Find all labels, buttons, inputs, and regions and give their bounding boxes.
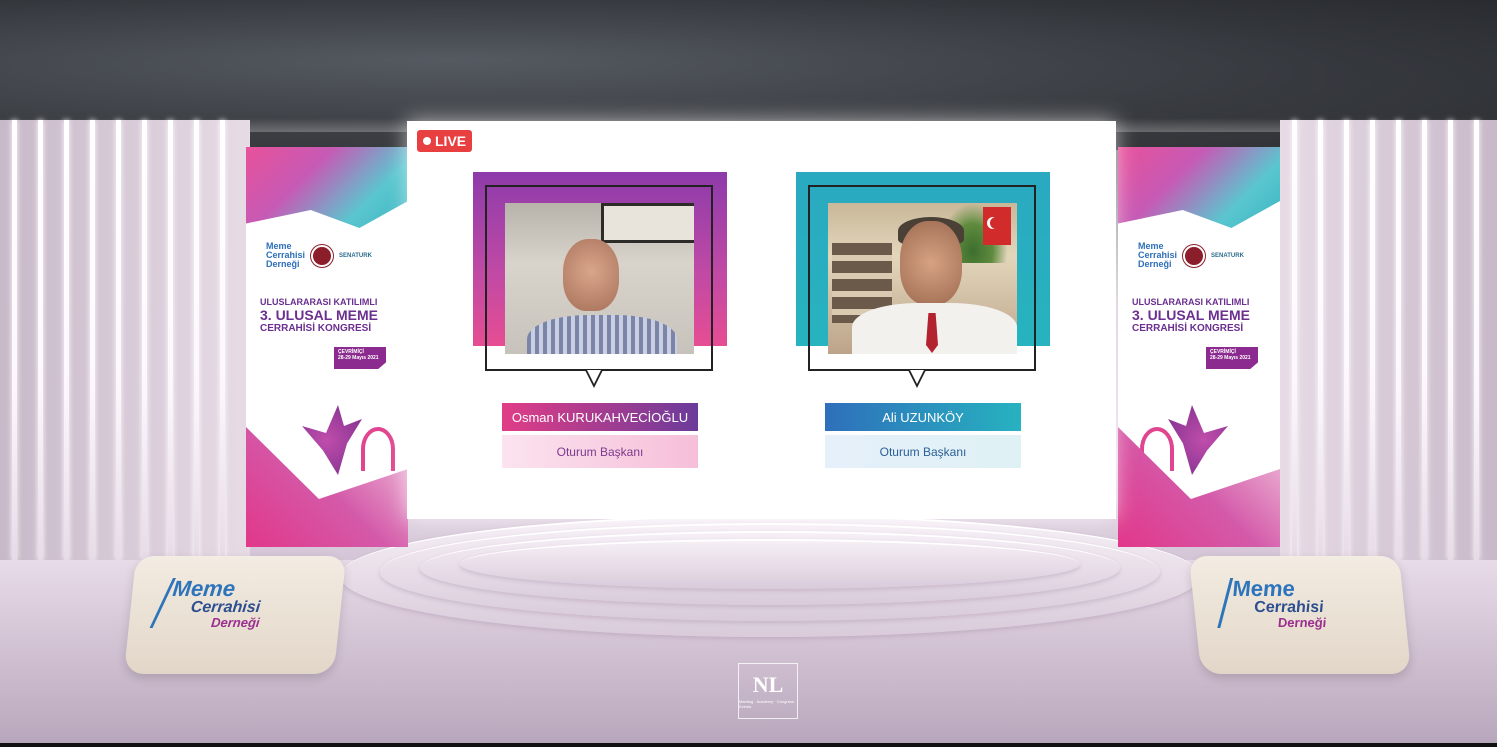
- pink-ribbon-icon: [361, 427, 395, 471]
- left-banner: Meme Cerrahisi Derneği SENATURK ULUSLARA…: [246, 147, 408, 547]
- congress-title: ULUSLARARASI KATILIMLI 3. ULUSAL MEME CE…: [1132, 297, 1250, 334]
- podium-logo: Meme Cerrahisi Derneği: [171, 576, 262, 630]
- speaker-name-2: Ali UZUNKÖY: [825, 403, 1021, 431]
- live-dot-icon: [423, 137, 431, 145]
- right-banner: Meme Cerrahisi Derneği SENATURK ULUSLARA…: [1118, 147, 1280, 547]
- banner-logos: Meme Cerrahisi Derneği SENATURK: [1138, 242, 1244, 269]
- university-seal-icon: [311, 244, 334, 267]
- dove-icon: [1168, 405, 1228, 475]
- association-logo: Meme Cerrahisi Derneği: [1138, 241, 1178, 269]
- speaker-role-2: Oturum Başkanı: [825, 435, 1021, 468]
- speaker-role-1: Oturum Başkanı: [502, 435, 698, 468]
- nl-watermark-logo: NL Meeting · Academy · Congress · Events: [738, 663, 798, 719]
- speaker-video-feed[interactable]: [505, 203, 694, 354]
- right-podium: Meme Cerrahisi Derneği: [1188, 556, 1412, 674]
- partner-logo: SENATURK: [339, 252, 372, 259]
- speaker-face: [563, 239, 619, 311]
- congress-title: ULUSLARARASI KATILIMLI 3. ULUSAL MEME CE…: [260, 297, 378, 334]
- turkish-flag-icon: [983, 207, 1011, 245]
- speaker-face: [900, 221, 962, 305]
- left-wall: [0, 120, 250, 580]
- stage-steps: [330, 515, 1210, 637]
- speaker-name-1: Osman KURUKAHVECİOĞLU: [502, 403, 698, 431]
- left-podium: Meme Cerrahisi Derneği: [123, 556, 347, 674]
- right-wall: [1280, 120, 1497, 580]
- partner-logo: SENATURK: [1211, 252, 1244, 259]
- university-seal-icon: [1183, 244, 1206, 267]
- podium-logo: Meme Cerrahisi Derneği: [1230, 576, 1327, 630]
- dove-icon: [302, 405, 362, 475]
- date-tag: ÇEVRİMİÇİ 28-29 Mayıs 2021: [1206, 347, 1258, 369]
- association-logo: Meme Cerrahisi Derneği: [266, 241, 306, 269]
- live-badge: LIVE: [417, 130, 473, 152]
- bottom-edge: [0, 743, 1497, 747]
- main-video-screen[interactable]: LIVE Osman KURUKAHVECİOĞLU Oturum Başkan…: [407, 121, 1116, 519]
- date-tag: ÇEVRİMİÇİ 28-29 Mayıs 2021: [334, 347, 386, 369]
- banner-decoration: [1118, 147, 1280, 228]
- banner-decoration: [246, 147, 408, 228]
- speaker-video-feed[interactable]: [828, 203, 1017, 354]
- banner-logos: Meme Cerrahisi Derneği SENATURK: [266, 242, 372, 269]
